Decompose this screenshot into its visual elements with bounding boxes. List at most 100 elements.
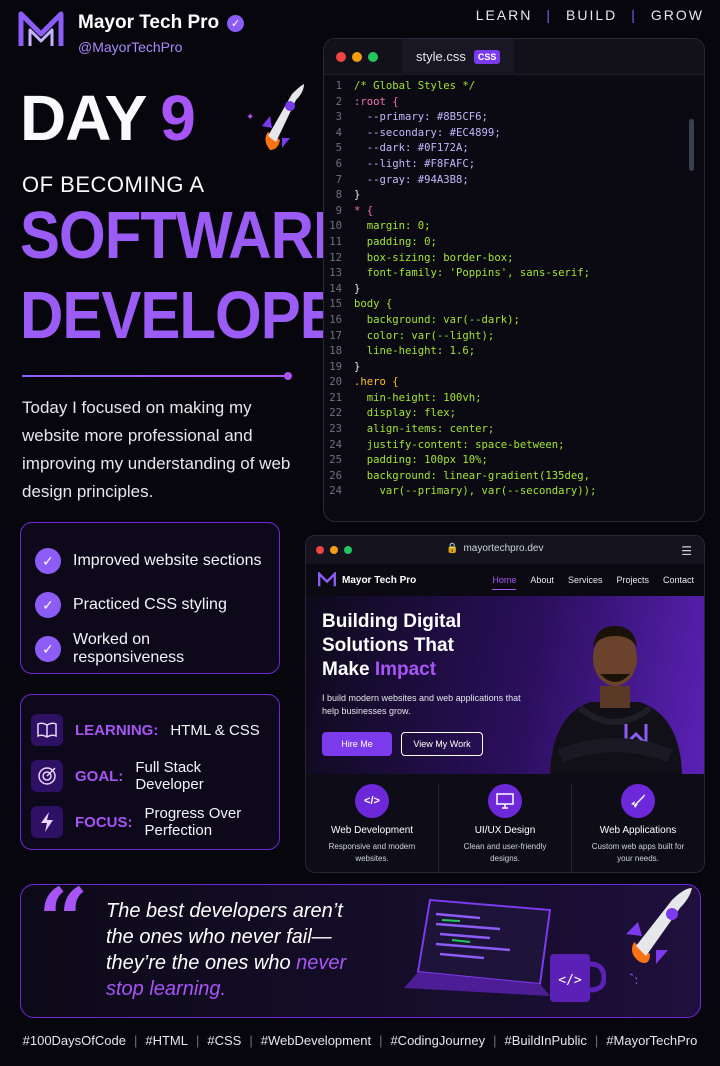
hashtag: #CodingJourney: [390, 1033, 486, 1048]
hashtag-divider: |: [249, 1033, 253, 1048]
info-value: Full Stack Developer: [135, 759, 204, 793]
code-text: .hero {: [354, 376, 399, 389]
maximize-window-icon[interactable]: [344, 546, 352, 554]
line-number: 4: [335, 126, 342, 139]
tagline-grow: GROW: [650, 7, 704, 23]
checklist-item: ✓ Worked on responsiveness: [35, 627, 265, 671]
code-line: 12 box-sizing: border-box;: [324, 251, 704, 267]
info-value: HTML & CSS: [170, 721, 260, 739]
nav-services[interactable]: Services: [568, 575, 603, 585]
tagline-learn: LEARN: [475, 7, 533, 23]
line-number: 15: [329, 298, 342, 311]
hero-heading-line: Building Digital: [322, 611, 462, 632]
nav-home[interactable]: Home: [492, 575, 517, 590]
hero-heading-part: Make: [322, 659, 375, 680]
editor-scrollbar[interactable]: [689, 119, 694, 171]
code-line: 18 line-height: 1.6;: [324, 344, 704, 360]
hamburger-menu-icon[interactable]: ☰: [681, 544, 692, 558]
code-text: * {: [354, 204, 374, 217]
service-web-applications[interactable]: Web Applications Custom web apps built f…: [572, 784, 704, 872]
nav-projects[interactable]: Projects: [616, 575, 649, 585]
code-text: margin: 0;: [354, 220, 431, 233]
quote-line: the ones who never fail—: [106, 926, 332, 948]
code-line: 16 background: var(--dark);: [324, 313, 704, 329]
close-window-icon[interactable]: [336, 51, 346, 62]
brand-name-text: Mayor Tech Pro: [78, 12, 220, 33]
editor-titlebar: style.css CSS: [324, 39, 704, 75]
line-number: 24: [329, 438, 342, 451]
code-text: font-family: 'Poppins', sans-serif;: [354, 267, 590, 280]
check-icon: ✓: [35, 636, 61, 662]
service-title: Web Applications: [599, 825, 677, 836]
code-line: 13 font-family: 'Poppins', sans-serif;: [324, 266, 704, 282]
code-line: 19}: [324, 360, 704, 376]
code-line: 8}: [324, 188, 704, 204]
hire-me-button[interactable]: Hire Me: [322, 732, 392, 756]
hashtag: #HTML: [145, 1033, 188, 1048]
code-editor-window: style.css CSS 1 /* Global Styles */ 2:root…: [323, 38, 705, 522]
code-area[interactable]: 1 /* Global Styles */ 2:root {3 --primary:…: [324, 75, 704, 500]
code-text: }: [354, 360, 361, 373]
line-number: 19: [329, 360, 342, 373]
title-divider-dot: [284, 372, 292, 380]
code-text: --gray: #94A3B8;: [354, 173, 469, 186]
hashtag-divider: |: [195, 1033, 200, 1048]
quote-mark-icon: “: [38, 868, 89, 972]
site-navbar: Mayor Tech Pro Home About Services Proje…: [306, 564, 704, 596]
day-word: DAY: [20, 82, 147, 154]
lock-icon: 🔒: [446, 543, 459, 554]
nav-about[interactable]: About: [530, 575, 554, 585]
maximize-window-icon[interactable]: [368, 51, 378, 62]
hero-description: I build modern websites and web applicat…: [322, 693, 521, 716]
line-number: 2: [335, 95, 342, 108]
site-logo-icon: [318, 572, 336, 587]
browser-window: 🔒 mayortechpro.dev ☰ Mayor Tech Pro Home…: [305, 535, 705, 873]
hashtag-divider: |: [133, 1033, 138, 1048]
svg-text:✦: ✦: [246, 112, 254, 123]
services-section: </> Web Development Responsive and moder…: [306, 774, 704, 872]
hashtag-divider: |: [379, 1033, 383, 1048]
code-line: 22 display: flex;: [324, 406, 704, 422]
code-text: color: var(--light);: [354, 329, 495, 342]
developer-portrait-image: [550, 626, 682, 774]
check-icon: ✓: [35, 592, 61, 618]
line-number: 11: [329, 235, 342, 248]
site-brand[interactable]: Mayor Tech Pro: [318, 572, 416, 588]
nav-contact[interactable]: Contact: [663, 575, 694, 585]
view-my-work-button[interactable]: View My Work: [401, 732, 483, 756]
service-ui-ux-design[interactable]: UI/UX Design Clean and user-friendly des…: [439, 784, 572, 872]
site-brand-text: Mayor Tech Pro: [342, 574, 417, 586]
code-text: display: flex;: [354, 407, 457, 420]
hashtag-divider: |: [594, 1033, 599, 1048]
address-bar[interactable]: 🔒 mayortechpro.dev: [446, 543, 544, 554]
minimize-window-icon[interactable]: [352, 51, 362, 62]
line-number: 25: [329, 454, 342, 467]
site-hero: Building Digital Solutions That Make Imp…: [306, 596, 704, 774]
code-line: 5 --dark: #0F172A;: [324, 141, 704, 157]
code-line: 3 --primary: #8B5CF6;: [324, 110, 704, 126]
day-heading: DAY 9: [20, 86, 196, 150]
quote-line-accent: stop learning.: [106, 978, 227, 1000]
line-number: 26: [329, 469, 342, 482]
title-software: SOFTWARE: [20, 197, 353, 273]
info-key: FOCUS:: [75, 813, 133, 831]
service-web-development[interactable]: </> Web Development Responsive and moder…: [306, 784, 439, 872]
line-number: 24: [329, 485, 342, 498]
code-line: 15 body {: [324, 297, 704, 313]
line-number: 23: [329, 423, 342, 436]
intro-text: Today I focused on making my website mor…: [22, 398, 291, 501]
code-line: 24 var(--primary), var(--secondary));: [324, 484, 704, 500]
quote-accent: never: [296, 952, 347, 974]
hashtag-divider: |: [493, 1033, 497, 1048]
code-line: 14}: [324, 282, 704, 298]
checklist-item-label: Worked on responsiveness: [73, 631, 185, 666]
minimize-window-icon[interactable]: [330, 546, 338, 554]
checklist-item: ✓ Practiced CSS styling: [35, 583, 265, 627]
book-icon: [31, 714, 63, 746]
lightning-icon: [31, 806, 63, 838]
code-line: 9 * {: [324, 204, 704, 220]
address-bar-url: mayortechpro.dev: [463, 543, 544, 554]
editor-tab-style-css[interactable]: style.css CSS: [402, 39, 515, 75]
service-title: Web Development: [330, 825, 414, 836]
close-window-icon[interactable]: [316, 546, 324, 554]
